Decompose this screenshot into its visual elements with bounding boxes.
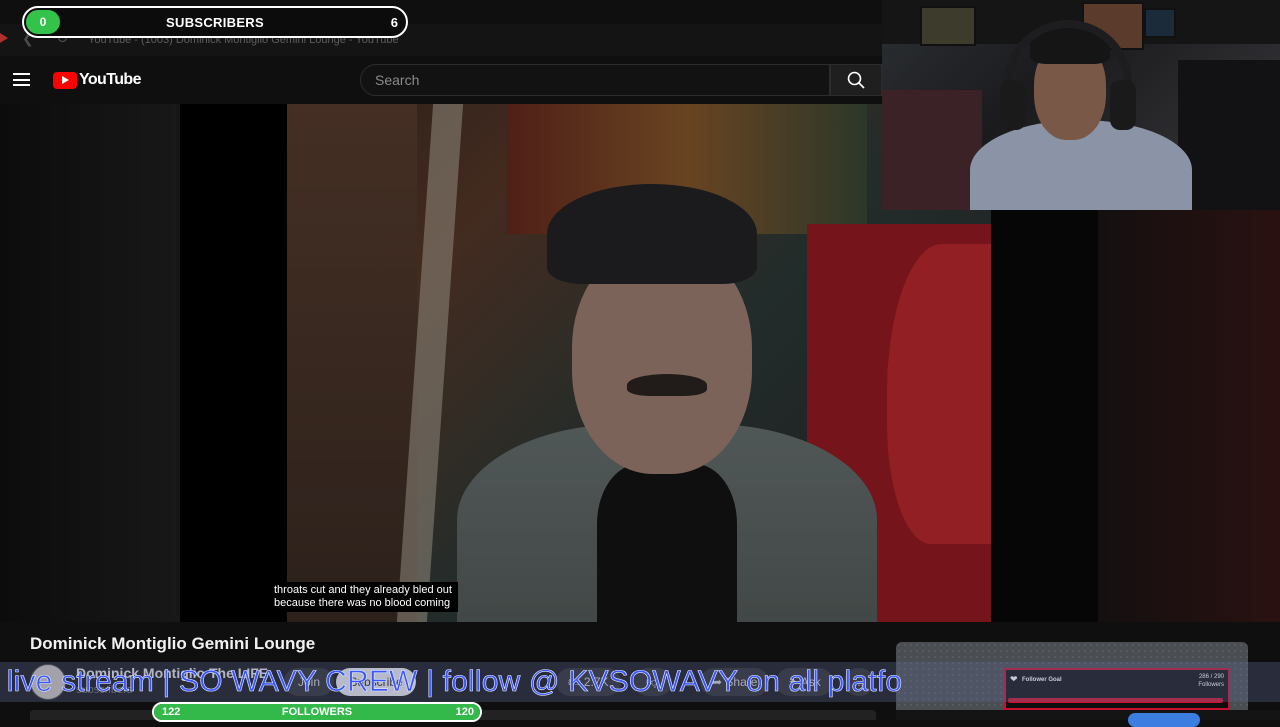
caption-line-2: because there was no blood coming bbox=[274, 597, 451, 609]
webcam-wall-frame bbox=[920, 6, 976, 46]
youtube-play-icon bbox=[53, 71, 77, 89]
video-caption: throats cut and they already bled out be… bbox=[268, 582, 458, 612]
youtube-logo[interactable]: YouTube bbox=[53, 71, 141, 89]
search-icon bbox=[847, 71, 865, 89]
search-input[interactable]: Search bbox=[360, 64, 830, 96]
recommendation-button[interactable] bbox=[1128, 713, 1200, 727]
subscriber-goal-target: 6 bbox=[390, 15, 398, 30]
followers-goal-bar: 122 FOLLOWERS 120 bbox=[152, 702, 482, 722]
youtube-logo-text: YouTube bbox=[79, 71, 141, 88]
scrolling-ticker: r live stream | SO WAVY CREW | follow @ … bbox=[0, 662, 1280, 702]
headphone-cup-right bbox=[1110, 80, 1136, 130]
followers-goal-label: FOLLOWERS bbox=[281, 706, 353, 718]
webcam-wall-frame bbox=[1144, 8, 1176, 38]
subscriber-goal-bar: 0 SUBSCRIBERS 6 bbox=[22, 6, 408, 38]
search-button[interactable] bbox=[830, 64, 882, 96]
headphone-cup-left bbox=[1000, 80, 1026, 130]
recommendation-strip bbox=[896, 710, 1280, 720]
youtube-header: YouTube Search bbox=[0, 56, 882, 104]
letterbox-left bbox=[180, 104, 287, 622]
tab-favicon-icon bbox=[0, 33, 8, 43]
ambient-glow-left bbox=[0, 104, 180, 622]
video-title: Dominick Montiglio Gemini Lounge bbox=[30, 634, 316, 653]
subscriber-goal-label: SUBSCRIBERS bbox=[166, 15, 264, 30]
ticker-text: r live stream | SO WAVY CREW | follow @ … bbox=[0, 665, 903, 699]
caption-line-1: throats cut and they already bled out bbox=[274, 584, 452, 596]
webcam-chair bbox=[882, 90, 982, 210]
streamer-webcam bbox=[882, 0, 1280, 210]
followers-goal-target: 120 bbox=[455, 706, 474, 718]
hamburger-menu-icon[interactable] bbox=[13, 73, 30, 86]
webcam-shelves bbox=[1178, 60, 1280, 210]
